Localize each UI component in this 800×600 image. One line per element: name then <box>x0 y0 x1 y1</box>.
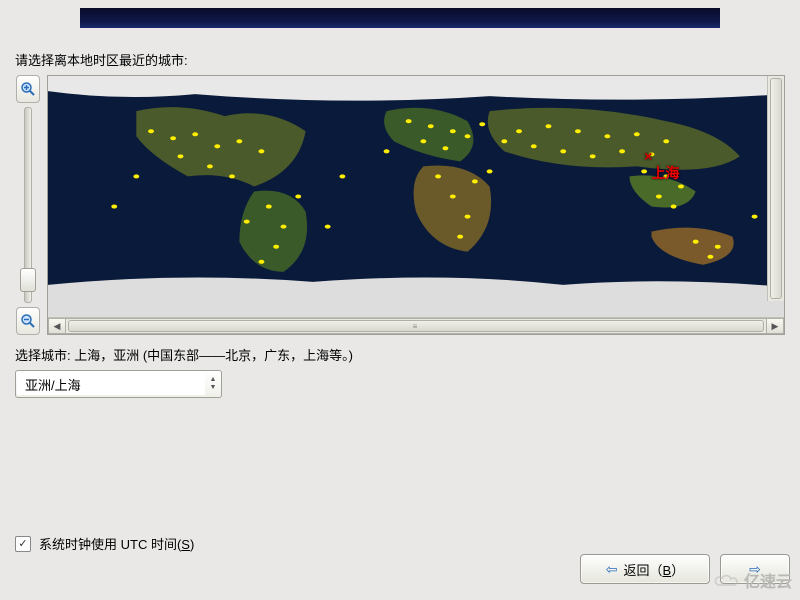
zoom-in-icon <box>20 81 36 97</box>
scroll-right-button[interactable]: ▶ <box>766 318 784 334</box>
map-vertical-scrollbar[interactable] <box>767 76 784 301</box>
arrow-left-icon: ⇦ <box>606 561 618 578</box>
map-area: × 上海 ◀ ≡ ▶ <box>15 75 785 335</box>
next-button[interactable]: ⇨ <box>720 554 790 584</box>
combobox-stepper-icon: ▲▼ <box>205 376 221 392</box>
zoom-slider-thumb[interactable] <box>20 268 36 292</box>
timezone-combobox-value: 亚洲/上海 <box>17 373 205 395</box>
content-area: 请选择离本地时区最近的城市: <box>15 50 785 398</box>
utc-option-row: ✓ 系统时钟使用 UTC 时间(S) <box>15 534 194 553</box>
zoom-control <box>15 75 41 335</box>
world-map[interactable]: × 上海 <box>48 76 784 317</box>
utc-checkbox[interactable]: ✓ <box>15 536 31 552</box>
zoom-out-icon <box>20 313 36 329</box>
utc-checkbox-label: 系统时钟使用 UTC 时间(S) <box>39 534 194 553</box>
timezone-combobox[interactable]: 亚洲/上海 ▲▼ <box>15 370 222 398</box>
timezone-prompt-label: 请选择离本地时区最近的城市: <box>15 50 785 69</box>
world-map-svg <box>48 76 784 317</box>
zoom-slider-track[interactable] <box>24 107 32 303</box>
map-vertical-scrollbar-thumb[interactable] <box>770 78 782 299</box>
zoom-in-button[interactable] <box>16 75 40 103</box>
header-banner <box>80 8 720 28</box>
back-button-label: 返回（B） <box>624 560 685 579</box>
navigation-button-bar: ⇦ 返回（B） ⇨ <box>580 554 790 584</box>
selected-city-map-label: 上海 <box>652 163 680 183</box>
back-button[interactable]: ⇦ 返回（B） <box>580 554 710 584</box>
selected-city-label: 选择城市: 上海，亚洲 (中国东部——北京，广东，上海等。) <box>15 345 785 364</box>
zoom-out-button[interactable] <box>16 307 40 335</box>
scroll-left-button[interactable]: ◀ <box>48 318 66 334</box>
map-horizontal-scrollbar-thumb[interactable]: ≡ <box>68 320 764 332</box>
arrow-right-icon: ⇨ <box>749 561 761 578</box>
map-horizontal-scrollbar-track[interactable]: ≡ <box>66 318 766 334</box>
map-horizontal-scrollbar[interactable]: ◀ ≡ ▶ <box>48 317 784 334</box>
map-frame: × 上海 ◀ ≡ ▶ <box>47 75 785 335</box>
